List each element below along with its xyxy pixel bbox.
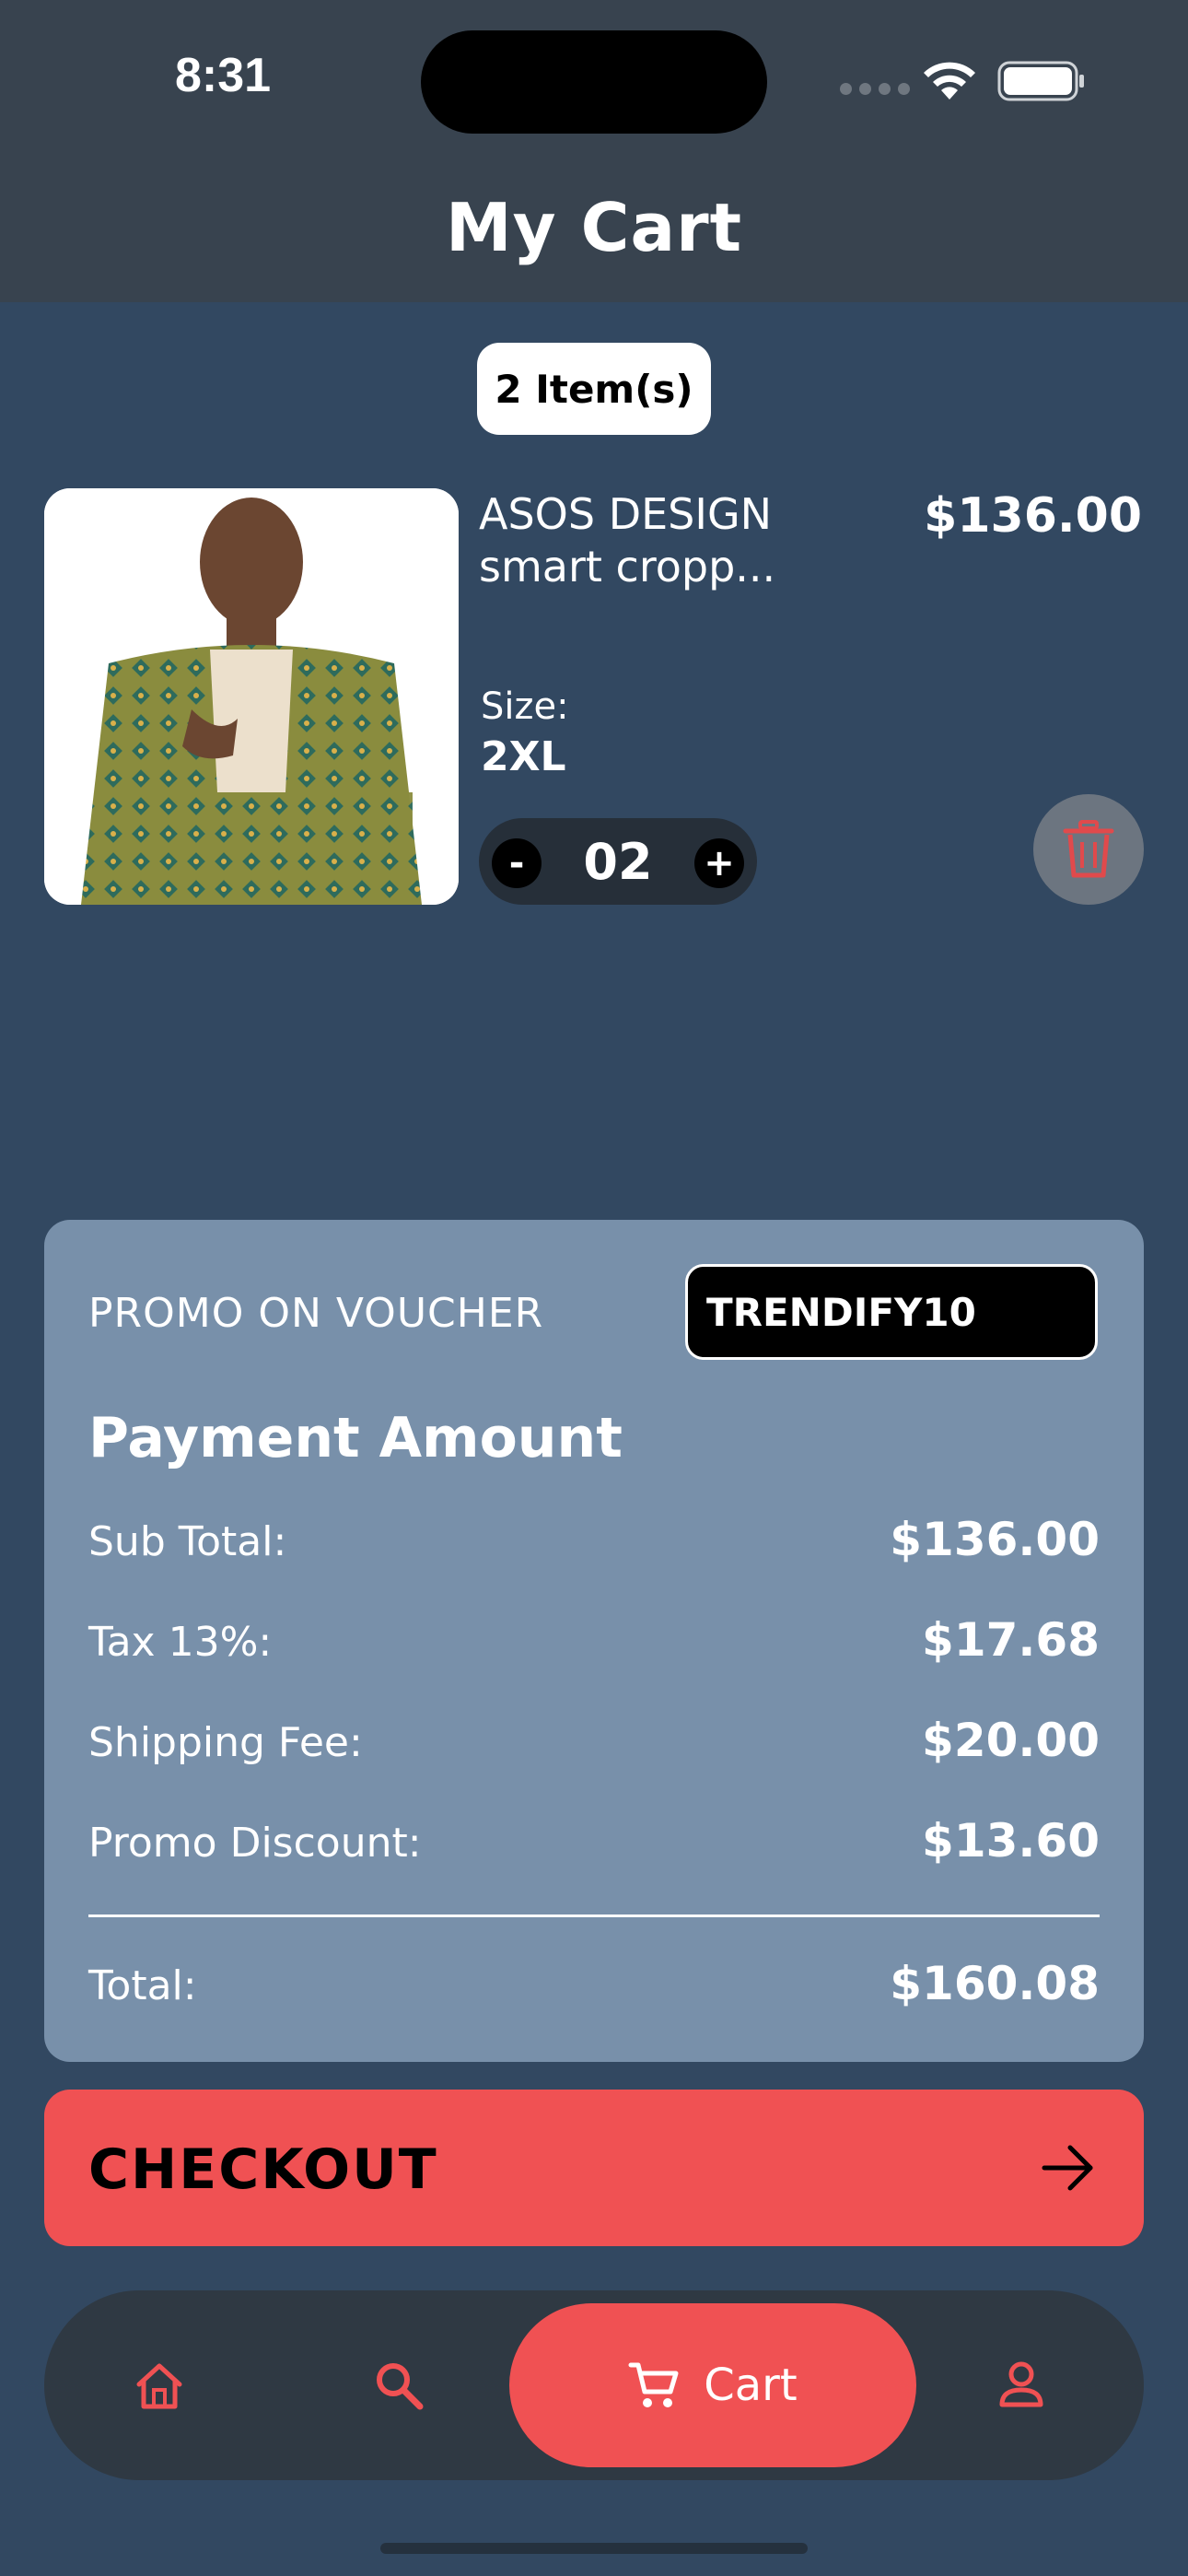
cart-icon <box>628 2362 679 2407</box>
nav-cart[interactable]: Cart <box>509 2303 916 2467</box>
subtotal-label: Sub Total: <box>88 1518 287 1565</box>
delete-item-button[interactable] <box>1033 794 1144 905</box>
home-icon <box>136 2363 182 2409</box>
promo-code-input[interactable]: TRENDIFY10 <box>685 1264 1098 1360</box>
quantity-stepper: 02 - + <box>479 818 757 905</box>
arrow-right-icon <box>1042 2145 1093 2191</box>
size-label: Size: <box>481 685 569 728</box>
decrease-quantity-button[interactable]: - <box>492 838 542 888</box>
home-indicator <box>380 2543 808 2554</box>
total-label: Total: <box>88 1962 197 2009</box>
status-time: 8:31 <box>175 49 272 102</box>
tax-label: Tax 13%: <box>88 1619 273 1666</box>
payment-summary-card: PROMO ON VOUCHER TRENDIFY10 Payment Amou… <box>44 1220 1144 2062</box>
promo-label: PROMO ON VOUCHER <box>88 1290 544 1337</box>
checkout-label: CHECKOUT <box>88 2137 438 2202</box>
nav-home[interactable] <box>109 2290 210 2480</box>
product-price: $136.00 <box>924 488 1142 544</box>
bottom-nav: Cart <box>44 2290 1144 2480</box>
product-image[interactable] <box>44 488 459 905</box>
total-value: $160.08 <box>890 1957 1100 2010</box>
cellular-signal-icon <box>840 83 910 95</box>
divider <box>88 1914 1100 1917</box>
nav-cart-label: Cart <box>704 2359 798 2411</box>
checkout-button[interactable]: CHECKOUT <box>44 2090 1144 2246</box>
profile-icon <box>999 2361 1043 2407</box>
nav-profile[interactable] <box>971 2290 1072 2480</box>
nav-search[interactable] <box>348 2290 449 2480</box>
payment-amount-heading: Payment Amount <box>88 1406 623 1470</box>
page-title: My Cart <box>446 189 742 266</box>
top-bar: 8:31 My Cart <box>0 0 1188 302</box>
battery-icon <box>997 61 1084 101</box>
wifi-icon <box>924 62 975 100</box>
search-icon <box>377 2363 424 2410</box>
shipping-fee-value: $20.00 <box>922 1714 1100 1767</box>
item-count-badge: 2 Item(s) <box>477 343 711 435</box>
trash-icon <box>1063 820 1114 878</box>
size-value: 2XL <box>481 733 566 780</box>
tax-value: $17.68 <box>922 1613 1100 1667</box>
promo-discount-label: Promo Discount: <box>88 1820 422 1867</box>
subtotal-value: $136.00 <box>890 1513 1100 1566</box>
product-name[interactable]: ASOS DESIGN smart cropp... <box>479 488 866 593</box>
increase-quantity-button[interactable]: + <box>694 838 744 888</box>
shipping-fee-label: Shipping Fee: <box>88 1719 363 1766</box>
dynamic-island <box>421 30 767 134</box>
promo-discount-value: $13.60 <box>922 1814 1100 1868</box>
